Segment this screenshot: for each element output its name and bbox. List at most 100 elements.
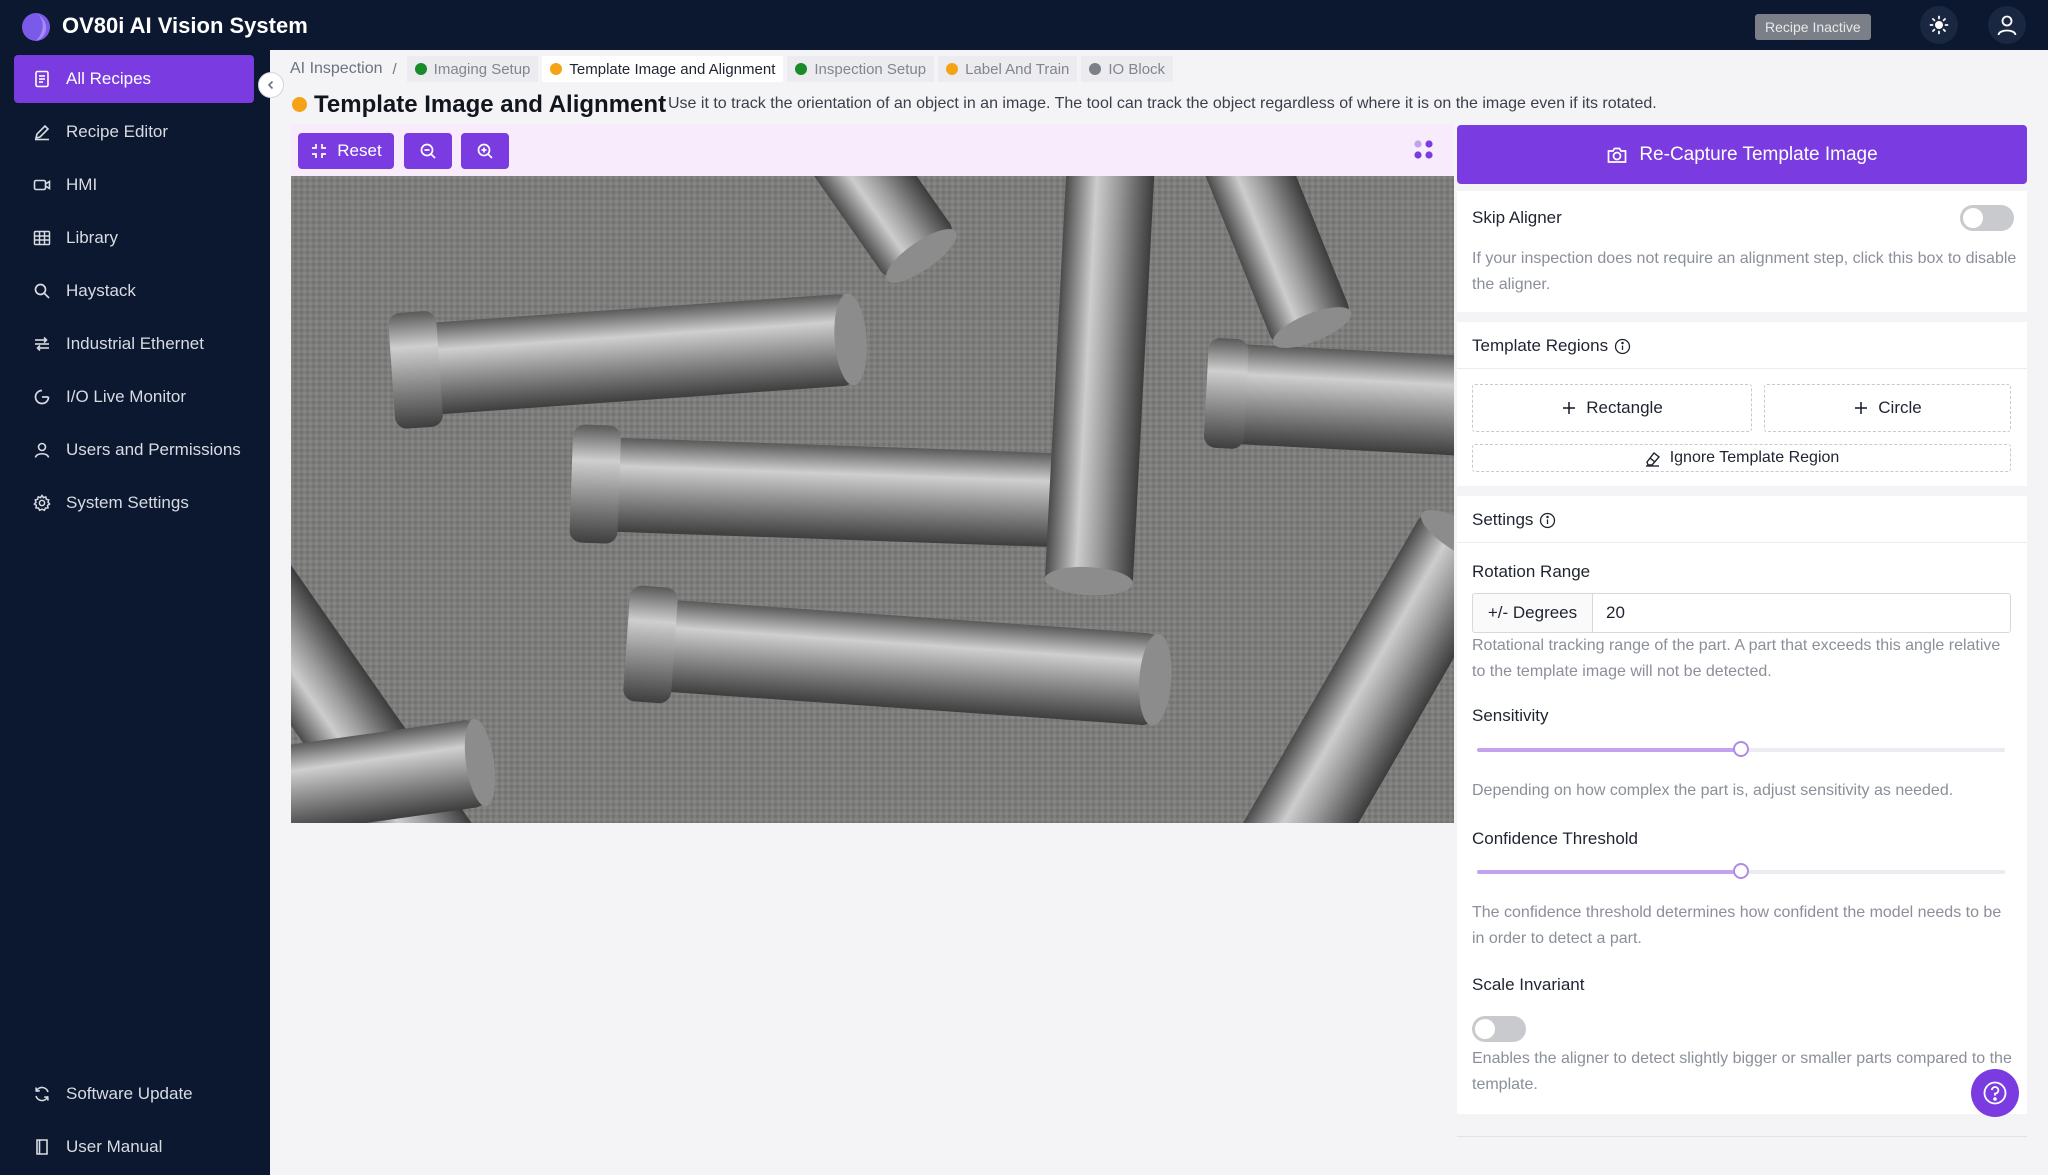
- app-logo-icon: [22, 13, 50, 41]
- card-divider: [1457, 368, 2027, 369]
- add-rectangle-button[interactable]: Rectangle: [1472, 384, 1752, 432]
- sensitivity-slider[interactable]: [1477, 741, 2005, 757]
- sidebar-item-hmi[interactable]: HMI: [14, 161, 254, 209]
- ignore-template-region-button[interactable]: Ignore Template Region: [1472, 444, 2011, 472]
- sensitivity-slider-fill: [1477, 748, 1741, 752]
- page-description: Use it to track the orientation of an ob…: [668, 95, 1657, 112]
- sidebar-item-label: System Settings: [66, 493, 189, 512]
- settings-label: Settings: [1472, 510, 1534, 529]
- info-icon[interactable]: [1539, 512, 1556, 529]
- breadcrumb: AI Inspection / Imaging Setup Template I…: [290, 56, 1177, 82]
- template-image-canvas[interactable]: [291, 176, 1454, 823]
- reset-button[interactable]: Reset: [298, 133, 394, 169]
- zoom-out-button[interactable]: [404, 133, 452, 169]
- sidebar-item-recipe-editor[interactable]: Recipe Editor: [14, 108, 254, 156]
- rotation-range-input[interactable]: [1592, 593, 2011, 633]
- step-status-dot: [946, 63, 959, 75]
- recipe-status-badge: Recipe Inactive: [1755, 14, 1871, 40]
- step-tab-template-image-and-alignment[interactable]: Template Image and Alignment: [542, 56, 784, 82]
- rotation-unit-addon: +/- Degrees: [1472, 593, 1592, 633]
- recapture-template-button[interactable]: Re-Capture Template Image: [1457, 125, 2027, 184]
- skip-aligner-help: If your inspection does not require an a…: [1472, 250, 2017, 293]
- skip-aligner-card: Skip Aligner If your inspection does not…: [1457, 191, 2027, 312]
- plus-icon: [1855, 402, 1868, 414]
- image-toolbar: Reset: [291, 124, 1454, 176]
- settings-title: Settings: [1472, 510, 1556, 530]
- step-tab-label: Imaging Setup: [433, 60, 531, 78]
- theme-toggle-button[interactable]: [1920, 6, 1958, 44]
- rectangle-label: Rectangle: [1586, 398, 1663, 417]
- sun-icon: [1929, 15, 1949, 35]
- step-tab-label: Label And Train: [965, 60, 1070, 78]
- page-title: Template Image and Alignment: [314, 91, 667, 118]
- refresh-icon: [32, 1084, 52, 1104]
- user-icon: [32, 440, 52, 460]
- sidebar-item-all-recipes[interactable]: All Recipes: [14, 55, 254, 103]
- step-tab-inspection-setup[interactable]: Inspection Setup: [787, 56, 935, 82]
- template-regions-label: Template Regions: [1472, 336, 1609, 355]
- eraser-icon: [1645, 451, 1660, 467]
- top-bar: OV80i AI Vision System Recipe Inactive: [0, 0, 2048, 50]
- sidebar-item-library[interactable]: Library: [14, 214, 254, 262]
- sidebar-collapse-button[interactable]: [258, 72, 284, 98]
- sidebar-item-system-settings[interactable]: System Settings: [14, 479, 254, 527]
- rotation-range-label: Rotation Range: [1472, 562, 1591, 581]
- breadcrumb-root[interactable]: AI Inspection: [290, 60, 383, 78]
- gear-icon: [32, 493, 52, 513]
- loading-dots-icon: [1414, 140, 1433, 159]
- sidebar-item-label: Industrial Ethernet: [66, 334, 204, 353]
- sidebar-item-label: I/O Live Monitor: [66, 387, 186, 406]
- skip-aligner-title: Skip Aligner: [1472, 208, 1562, 227]
- camera-icon: [1607, 147, 1627, 163]
- sidebar-item-label: HMI: [66, 175, 98, 194]
- zoom-in-button[interactable]: [461, 133, 509, 169]
- confidence-slider-fill: [1477, 870, 1741, 874]
- panel-bottom-divider: [1457, 1136, 2027, 1137]
- circle-label: Circle: [1878, 398, 1922, 417]
- sidebar-item-label: Users and Permissions: [66, 440, 241, 459]
- grid-icon: [32, 228, 52, 248]
- network-icon: [32, 334, 52, 354]
- zoom-out-icon: [420, 143, 436, 159]
- sidebar-item-label: Library: [66, 228, 118, 247]
- step-status-dot: [795, 63, 808, 75]
- sidebar: All Recipes Recipe Editor HMI Library Ha…: [0, 50, 270, 1175]
- confidence-slider-thumb[interactable]: [1733, 863, 1749, 879]
- skip-aligner-toggle[interactable]: [1960, 205, 2014, 231]
- sidebar-item-software-update[interactable]: Software Update: [14, 1070, 254, 1118]
- confidence-threshold-help: The confidence threshold determines how …: [1472, 904, 2002, 947]
- sensitivity-slider-thumb[interactable]: [1733, 741, 1749, 757]
- step-tab-label: Inspection Setup: [814, 60, 927, 78]
- step-tab-label-and-train[interactable]: Label And Train: [938, 56, 1078, 82]
- confidence-threshold-slider[interactable]: [1477, 863, 2005, 879]
- settings-card: Settings Rotation Range +/- Degrees Rota…: [1457, 496, 2027, 1114]
- sidebar-item-user-manual[interactable]: User Manual: [14, 1123, 254, 1171]
- add-circle-button[interactable]: Circle: [1764, 384, 2011, 432]
- info-icon[interactable]: [1614, 338, 1631, 355]
- sidebar-item-users-and-permissions[interactable]: Users and Permissions: [14, 426, 254, 474]
- step-tab-label: Template Image and Alignment: [569, 60, 776, 78]
- sidebar-item-io-live-monitor[interactable]: I/O Live Monitor: [14, 373, 254, 421]
- sidebar-item-label: Recipe Editor: [66, 122, 169, 141]
- confidence-threshold-label: Confidence Threshold: [1472, 829, 1639, 848]
- template-image: [291, 176, 1454, 823]
- help-button[interactable]: [1971, 1069, 2019, 1117]
- ignore-region-label: Ignore Template Region: [1669, 449, 1840, 466]
- user-menu-button[interactable]: [1988, 6, 2026, 44]
- scale-invariant-toggle[interactable]: [1472, 1016, 1526, 1042]
- sidebar-item-industrial-ethernet[interactable]: Industrial Ethernet: [14, 320, 254, 368]
- sidebar-item-label: All Recipes: [66, 69, 152, 88]
- sensitivity-label: Sensitivity: [1472, 706, 1549, 725]
- rotation-range-help: Rotational tracking range of the part. A…: [1472, 637, 2001, 680]
- book-icon: [32, 1137, 52, 1157]
- step-tab-io-block[interactable]: IO Block: [1081, 56, 1174, 82]
- step-tab-imaging-setup[interactable]: Imaging Setup: [406, 56, 539, 82]
- page-status-dot: [292, 97, 307, 112]
- fit-screen-icon: [312, 144, 327, 158]
- sensitivity-help: Depending on how complex the part is, ad…: [1472, 782, 1954, 799]
- sidebar-item-haystack[interactable]: Haystack: [14, 267, 254, 315]
- canvas-empty-area: [291, 823, 1454, 1175]
- step-status-dot: [1089, 63, 1102, 75]
- sidebar-footer-label: Software Update: [66, 1084, 193, 1103]
- video-icon: [32, 175, 52, 195]
